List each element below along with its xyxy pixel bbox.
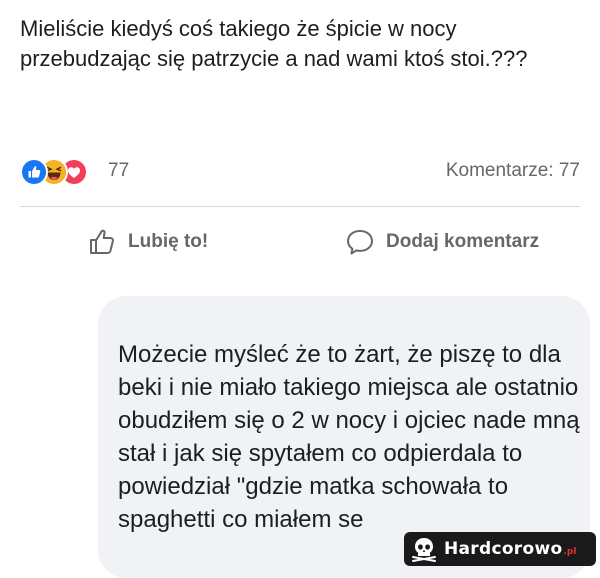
like-button[interactable]: Lubię to!	[86, 222, 208, 262]
comment-text: Możecie myśleć że to żart, że piszę to d…	[118, 341, 580, 533]
skull-icon	[410, 535, 438, 563]
comment-icon	[344, 226, 376, 258]
watermark: Hardcorowo .pl	[404, 532, 596, 566]
post-text: Mieliście kiedyś coś takiego że śpicie w…	[20, 16, 528, 71]
add-comment-button-label: Dodaj komentarz	[386, 231, 540, 252]
reactions-row: 77 Komentarze: 77	[20, 156, 580, 186]
thumbs-up-icon	[86, 226, 118, 258]
reaction-icons[interactable]	[20, 158, 100, 186]
like-icon	[20, 158, 48, 186]
watermark-name: Hardcorowo	[444, 539, 563, 559]
divider	[20, 206, 580, 207]
like-button-label: Lubię to!	[128, 231, 209, 252]
comments-count[interactable]: Komentarze: 77	[446, 160, 580, 182]
actions-row: Lubię to! Dodaj komentarz	[0, 222, 600, 262]
reactions-count[interactable]: 77	[108, 160, 129, 182]
add-comment-button[interactable]: Dodaj komentarz	[344, 222, 539, 262]
watermark-tld: .pl	[563, 547, 577, 557]
